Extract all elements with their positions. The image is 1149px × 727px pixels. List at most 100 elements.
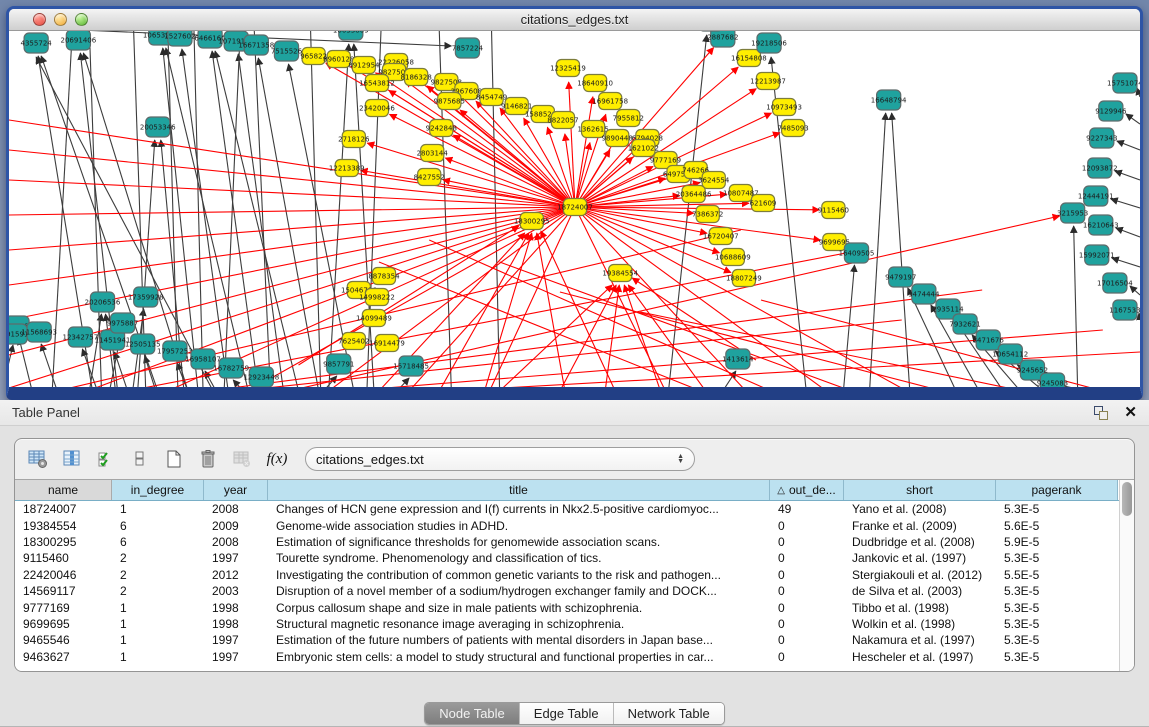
graph-node-16033809[interactable]: 16033809: [333, 31, 369, 40]
graph-node-16648794[interactable]: 16648794: [871, 90, 907, 110]
graph-edge[interactable]: [9, 207, 575, 285]
column-header-year[interactable]: year: [204, 480, 268, 500]
graph-node-10973493[interactable]: 10973493: [766, 99, 802, 116]
graph-node-15718485[interactable]: 15718485: [393, 356, 429, 376]
graph-node-16914479[interactable]: 16914479: [369, 335, 405, 352]
delete-column-icon[interactable]: [197, 448, 219, 470]
tab-network-table[interactable]: Network Table: [614, 703, 724, 724]
graph-node-18640910[interactable]: 18640910: [577, 75, 613, 92]
graph-edge[interactable]: [1111, 199, 1140, 208]
graph-node-2803144[interactable]: 2803144: [417, 145, 449, 162]
graph-edge[interactable]: [632, 278, 756, 360]
graph-node-12213987[interactable]: 12213987: [750, 73, 786, 90]
show-column-icon[interactable]: [61, 448, 83, 470]
graph-node-9975887[interactable]: 9975887: [107, 313, 138, 333]
graph-edge[interactable]: [182, 49, 228, 387]
graph-node-9129946[interactable]: 9129946: [1095, 101, 1127, 121]
graph-node-16720407[interactable]: 16720407: [703, 228, 739, 245]
graph-edge[interactable]: [1117, 141, 1140, 150]
float-panel-icon[interactable]: [1094, 406, 1108, 420]
table-row[interactable]: 2242004622012Investigating the contribut…: [15, 567, 1119, 583]
graph-edge[interactable]: [537, 233, 565, 387]
graph-node-9479197[interactable]: 9479197: [885, 267, 916, 287]
table-row[interactable]: 1830029562008Estimation of significance …: [15, 534, 1119, 550]
graph-edge[interactable]: [166, 48, 248, 387]
graph-node-9227343[interactable]: 9227343: [1086, 128, 1117, 148]
graph-node-3215953[interactable]: 3215953: [1057, 203, 1088, 223]
function-builder-icon[interactable]: f(x): [265, 448, 287, 470]
graph-node-8427552[interactable]: 8427552: [414, 169, 445, 186]
graph-node-9242848[interactable]: 9242848: [426, 120, 457, 137]
graph-node-12325419[interactable]: 12325419: [550, 60, 586, 77]
select-columns-icon[interactable]: [95, 448, 117, 470]
graph-edge[interactable]: [397, 378, 409, 387]
graph-edge[interactable]: [560, 292, 942, 387]
graph-edge[interactable]: [1116, 228, 1140, 237]
graph-edge[interactable]: [1126, 114, 1140, 124]
table-scrollbar[interactable]: [1119, 480, 1134, 671]
graph-node-7485093[interactable]: 7485093: [778, 120, 809, 137]
graph-node-14099489[interactable]: 14099489: [356, 310, 392, 327]
graph-node-2887682[interactable]: 2887682: [707, 31, 738, 47]
graph-node-7386372[interactable]: 7386372: [692, 206, 723, 223]
tab-edge-table[interactable]: Edge Table: [520, 703, 614, 724]
graph-node-9245083[interactable]: 9245083: [1037, 373, 1068, 387]
graph-node-9875685[interactable]: 9875685: [434, 93, 465, 110]
column-header-pagerank[interactable]: pagerank: [996, 480, 1118, 500]
graph-node-20691406[interactable]: 20691406: [61, 31, 97, 50]
graph-node-12342757[interactable]: 12342757: [63, 327, 99, 347]
graph-edge[interactable]: [238, 54, 283, 387]
graph-node-12093872[interactable]: 12093872: [1082, 158, 1118, 178]
graph-node-7932621[interactable]: 7932621: [949, 314, 980, 334]
graph-edge[interactable]: [569, 82, 575, 207]
graph-node-621609[interactable]: 621609: [750, 195, 777, 212]
graph-node-7625402[interactable]: 7625402: [338, 333, 369, 350]
minimize-button[interactable]: [54, 13, 67, 26]
graph-node-8822057[interactable]: 8822057: [547, 112, 578, 129]
graph-node-7515526[interactable]: 7515526: [271, 41, 303, 61]
row-height-icon[interactable]: [129, 448, 151, 470]
table-settings-icon[interactable]: [27, 448, 49, 470]
graph-edge[interactable]: [575, 207, 665, 387]
delete-table-icon[interactable]: [231, 448, 253, 470]
graph-node-16961758[interactable]: 16961758: [592, 93, 628, 110]
column-header-out_de[interactable]: △out_de...: [770, 480, 844, 500]
graph-edge[interactable]: [299, 226, 519, 365]
graph-edge[interactable]: [224, 31, 240, 387]
graph-edge[interactable]: [19, 338, 32, 387]
graph-node-8186328[interactable]: 8186328: [401, 69, 432, 86]
graph-node-17016504[interactable]: 17016504: [1097, 273, 1133, 293]
table-row[interactable]: 911546021997Tourette syndrome. Phenomeno…: [15, 550, 1119, 566]
table-row[interactable]: 1872400712008Changes of HCN gene express…: [15, 501, 1119, 517]
graph-node-1527602[interactable]: 1527602: [164, 31, 195, 46]
graph-node-4355724[interactable]: 4355724: [21, 33, 53, 53]
graph-node-15751074[interactable]: 15751074: [1107, 73, 1140, 93]
graph-edge[interactable]: [145, 356, 156, 387]
graph-edge[interactable]: [605, 285, 619, 387]
table-row[interactable]: 1456911722003Disruption of a novel membe…: [15, 583, 1119, 599]
close-button[interactable]: [33, 13, 46, 26]
column-header-name[interactable]: name: [15, 480, 112, 500]
graph-edge[interactable]: [1137, 88, 1140, 97]
table-row[interactable]: 946362711997Embryonic stem cells: a mode…: [15, 649, 1119, 665]
table-row[interactable]: 946554611997Estimation of the future num…: [15, 632, 1119, 648]
new-table-icon[interactable]: [163, 448, 185, 470]
graph-node-12444191[interactable]: 12444191: [1078, 186, 1114, 206]
graph-edge[interactable]: [311, 31, 321, 387]
graph-edge[interactable]: [258, 58, 318, 387]
table-row[interactable]: 969969511998Structural magnetic resonanc…: [15, 616, 1119, 632]
table-row[interactable]: 977716911998Corpus callosum shape and si…: [15, 599, 1119, 615]
graph-edge[interactable]: [445, 158, 575, 207]
graph-edge[interactable]: [168, 31, 178, 387]
scrollbar-thumb[interactable]: [1122, 482, 1132, 516]
graph-edge[interactable]: [500, 285, 613, 387]
graph-edge[interactable]: [9, 345, 13, 387]
graph-edge[interactable]: [1074, 226, 1078, 387]
graph-node-18807249[interactable]: 18807249: [726, 270, 762, 287]
graph-edge[interactable]: [439, 233, 528, 387]
graph-node-15992071[interactable]: 15992071: [1079, 245, 1115, 265]
graph-edge[interactable]: [233, 380, 243, 387]
graph-node-8878354[interactable]: 8878354: [368, 268, 400, 285]
table-row[interactable]: 1938455462009Genome-wide association stu…: [15, 517, 1119, 533]
graph-edge[interactable]: [254, 31, 270, 387]
